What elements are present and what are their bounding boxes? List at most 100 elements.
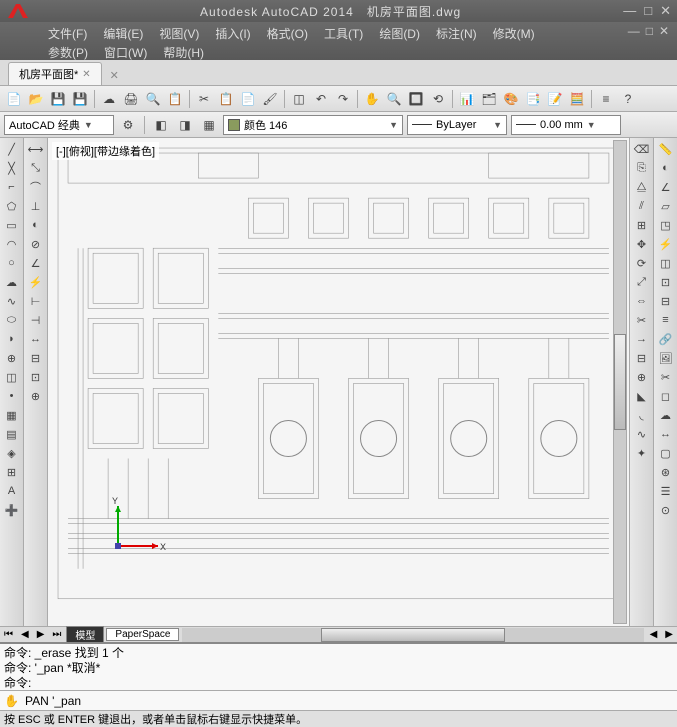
dim-quick-tool[interactable]: ⚡ xyxy=(26,273,46,291)
join-tool[interactable]: ⊕ xyxy=(632,368,652,386)
menu-help[interactable]: 帮助(H) xyxy=(155,43,212,62)
tab-prev[interactable]: ◀ xyxy=(17,629,33,640)
gradient-tool[interactable]: ▤ xyxy=(2,425,22,443)
cloud-button[interactable]: ☁ xyxy=(99,89,119,109)
menu-window[interactable]: 窗口(W) xyxy=(96,43,155,62)
region-tool[interactable]: ◈ xyxy=(2,444,22,462)
mtext-tool[interactable]: A xyxy=(2,482,22,500)
dim-linear-tool[interactable]: ⟷ xyxy=(26,140,46,158)
hscroll-left[interactable]: ◀ xyxy=(646,629,662,640)
chamfer-tool[interactable]: ◣ xyxy=(632,387,652,405)
dim-radius-tool[interactable]: ◐ xyxy=(26,216,46,234)
layer-state-button[interactable]: ◨ xyxy=(175,115,195,135)
tab-last[interactable]: ⏭ xyxy=(48,629,65,640)
point-tool[interactable]: • xyxy=(2,387,22,405)
hscroll-right[interactable]: ▶ xyxy=(661,629,677,640)
publish-button[interactable]: 📋 xyxy=(165,89,185,109)
menu-draw[interactable]: 绘图(D) xyxy=(371,24,428,43)
dim-aligned-tool[interactable]: ⤡ xyxy=(26,159,46,177)
list-tool[interactable]: ☰ xyxy=(656,482,676,500)
layer-button[interactable]: ≡ xyxy=(596,89,616,109)
measure-angle-tool[interactable]: ∠ xyxy=(656,178,676,196)
area-tool[interactable]: ▢ xyxy=(656,444,676,462)
vscrollbar[interactable] xyxy=(613,140,627,624)
pan-button[interactable]: ✋ xyxy=(362,89,382,109)
pline-tool[interactable]: ⌐ xyxy=(2,178,22,196)
menu-parametric[interactable]: 参数(P) xyxy=(40,43,96,62)
copy-button[interactable]: 📋 xyxy=(216,89,236,109)
model-tab[interactable]: 模型 xyxy=(66,626,104,643)
linetype-combo[interactable]: ByLayer ▼ xyxy=(407,115,507,135)
tolerance-tool[interactable]: ⊡ xyxy=(26,368,46,386)
revcloud2-tool[interactable]: ☁ xyxy=(656,406,676,424)
array-tool[interactable]: ⊞ xyxy=(632,216,652,234)
viewport-label[interactable]: [-][俯视][带边缘着色] xyxy=(52,142,159,160)
menu-format[interactable]: 格式(O) xyxy=(259,24,316,43)
close-tab-icon[interactable]: ✕ xyxy=(82,69,90,80)
color-combo[interactable]: 颜色 146 ▼ xyxy=(223,115,403,135)
table-tool[interactable]: ⊞ xyxy=(2,463,22,481)
redo-button[interactable]: ↷ xyxy=(333,89,353,109)
paperspace-tab[interactable]: PaperSpace xyxy=(106,628,179,641)
menu-edit[interactable]: 编辑(E) xyxy=(95,24,151,43)
dist-tool[interactable]: ↔ xyxy=(656,425,676,443)
help-button[interactable]: ? xyxy=(618,89,638,109)
file-tab[interactable]: 机房平面图* ✕ xyxy=(8,62,102,85)
ellipsearc-tool[interactable]: ◗ xyxy=(2,330,22,348)
fillet-tool[interactable]: ◟ xyxy=(632,406,652,424)
lineweight-combo[interactable]: 0.00 mm ▼ xyxy=(511,115,621,135)
image-tool[interactable]: 🖼 xyxy=(656,349,676,367)
cut-button[interactable]: ✂ xyxy=(194,89,214,109)
rotate-tool[interactable]: ⟳ xyxy=(632,254,652,272)
dim-space-tool[interactable]: ↔ xyxy=(26,330,46,348)
doc-maximize-button[interactable]: □ xyxy=(646,24,653,38)
rectangle-tool[interactable]: ▭ xyxy=(2,216,22,234)
dim-angular-tool[interactable]: ∠ xyxy=(26,254,46,272)
arc-tool[interactable]: ◠ xyxy=(2,235,22,253)
toolpalette-button[interactable]: 🎨 xyxy=(501,89,521,109)
sheetset-button[interactable]: 📑 xyxy=(523,89,543,109)
new-tab-button[interactable]: ✕ xyxy=(102,66,127,85)
erase-tool[interactable]: ⌫ xyxy=(632,140,652,158)
dim-diameter-tool[interactable]: ⊘ xyxy=(26,235,46,253)
designcenter-button[interactable]: 🗂 xyxy=(479,89,499,109)
massprop-tool[interactable]: ⊛ xyxy=(656,463,676,481)
selectall-tool[interactable]: ◫ xyxy=(656,254,676,272)
xline-tool[interactable]: ╳ xyxy=(2,159,22,177)
spline-tool[interactable]: ∿ xyxy=(2,292,22,310)
explode-tool[interactable]: ✦ xyxy=(632,444,652,462)
wipeout-tool[interactable]: ◻ xyxy=(656,387,676,405)
ungroup-tool[interactable]: ⊟ xyxy=(656,292,676,310)
doc-minimize-button[interactable]: — xyxy=(628,24,640,38)
open-button[interactable]: 📂 xyxy=(26,89,46,109)
markup-button[interactable]: 📝 xyxy=(545,89,565,109)
zoom-button[interactable]: 🔍 xyxy=(384,89,404,109)
stretch-tool[interactable]: ⇔ xyxy=(632,292,652,310)
preview-button[interactable]: 🔍 xyxy=(143,89,163,109)
xref-tool[interactable]: 🔗 xyxy=(656,330,676,348)
zoomprev-button[interactable]: ⟲ xyxy=(428,89,448,109)
print-button[interactable]: 🖨 xyxy=(121,89,141,109)
hscroll-thumb[interactable] xyxy=(321,628,505,642)
dim-ordinate-tool[interactable]: ⊥ xyxy=(26,197,46,215)
measure-volume-tool[interactable]: ◳ xyxy=(656,216,676,234)
scale-tool[interactable]: ⤢ xyxy=(632,273,652,291)
dim-continue-tool[interactable]: ⊣ xyxy=(26,311,46,329)
menu-tools[interactable]: 工具(T) xyxy=(316,24,371,43)
measure-radius-tool[interactable]: ◐ xyxy=(656,159,676,177)
circle-tool[interactable]: ○ xyxy=(2,254,22,272)
draworder-tool[interactable]: ≡ xyxy=(656,311,676,329)
block-tool[interactable]: ◫ xyxy=(2,368,22,386)
measure-dist-tool[interactable]: 📏 xyxy=(656,140,676,158)
ellipse-tool[interactable]: ⬭ xyxy=(2,311,22,329)
command-history[interactable]: 命令: _erase 找到 1 个 命令: '_pan *取消* 命令: xyxy=(0,642,677,690)
new-button[interactable]: 📄 xyxy=(4,89,24,109)
move-tool[interactable]: ✥ xyxy=(632,235,652,253)
centermark-tool[interactable]: ⊕ xyxy=(26,387,46,405)
menu-view[interactable]: 视图(V) xyxy=(151,24,207,43)
clip-tool[interactable]: ✂ xyxy=(656,368,676,386)
hscrollbar[interactable] xyxy=(182,628,643,642)
quickselect-tool[interactable]: ⚡ xyxy=(656,235,676,253)
measure-area-tool[interactable]: ▱ xyxy=(656,197,676,215)
blend-tool[interactable]: ∿ xyxy=(632,425,652,443)
